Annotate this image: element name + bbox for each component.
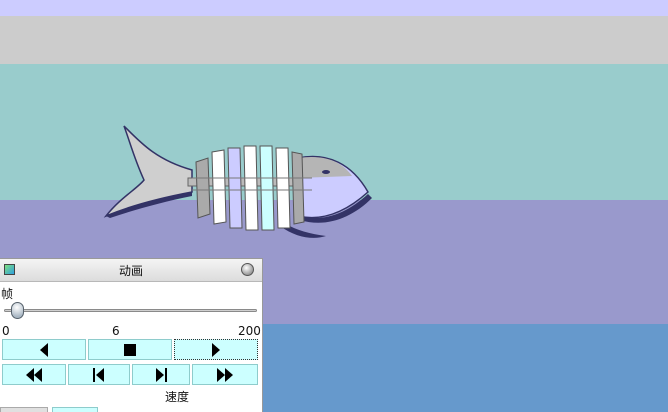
slider-value-label: 6 [112,324,120,338]
speed-label: 速度 [165,390,190,404]
fast-rewind-button[interactable] [2,364,66,385]
stop-icon [124,343,136,356]
panel-title: 动画 [118,264,143,278]
play-button[interactable] [174,339,258,360]
fast-forward-icon [217,367,233,382]
step-back-icon [40,342,48,357]
slider-max-label: 200 [238,324,261,338]
skip-to-start-icon [93,367,104,382]
play-icon [212,342,220,357]
fish-skeleton-model [103,125,372,238]
skip-to-start-button[interactable] [68,364,130,385]
stop-button[interactable] [88,339,172,360]
skip-to-end-icon [156,367,167,382]
speed-control-right[interactable] [52,407,98,412]
step-back-button[interactable] [2,339,86,360]
animation-panel: 动画 帧 0 6 200 速度 [0,258,263,412]
frame-slider-track[interactable] [4,309,257,312]
frame-label: 帧 [1,287,14,301]
close-icon[interactable] [241,263,254,276]
slider-min-label: 0 [2,324,10,338]
frame-slider-thumb[interactable] [11,302,25,319]
fast-forward-button[interactable] [192,364,258,385]
background-band-gray [0,16,668,64]
fast-rewind-icon [26,367,42,382]
skip-to-end-button[interactable] [132,364,190,385]
3d-viewport[interactable]: 动画 帧 0 6 200 速度 [0,0,668,412]
speed-control-left[interactable] [0,407,48,412]
panel-titlebar[interactable]: 动画 [0,259,262,282]
background-band-lavender [0,0,668,16]
